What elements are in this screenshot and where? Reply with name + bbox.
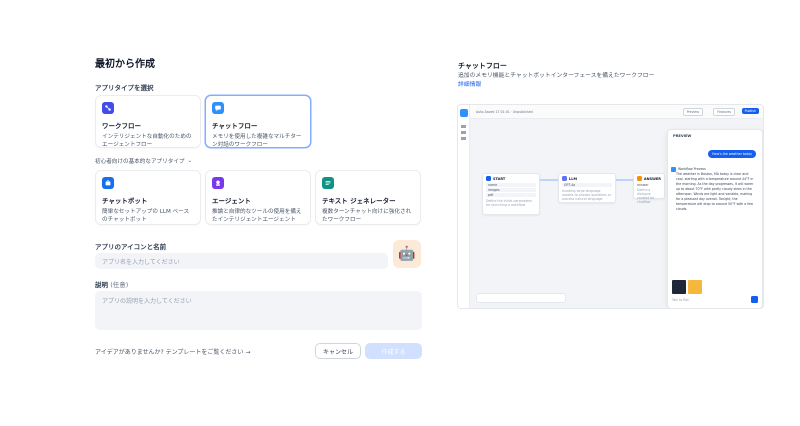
app-name-label: アプリのアイコンと名前: [95, 243, 167, 251]
robot-icon: 🤖: [398, 246, 416, 262]
description-label-text: 説明: [95, 281, 108, 289]
card-description: メモリを使用した複雑なマルチターン対話のワークフロー: [212, 134, 302, 148]
description-label: 説明 (任意): [95, 279, 128, 289]
send-icon: [751, 296, 758, 303]
user-message: How's the weather today: [708, 150, 756, 158]
page-title: 最初から作成: [95, 59, 155, 70]
preview-chat-panel: PREVIEW How's the weather today Workflow…: [667, 129, 763, 308]
app-type-card-agent[interactable]: エージェント 推論と自律的なツールの使用を備えたインテリジェントエージェント: [205, 170, 311, 225]
card-description: インテリジェントな自動化のためのエージェントフロー: [102, 134, 192, 148]
canvas-toolbar: [476, 293, 566, 303]
text-generator-icon: [322, 177, 334, 189]
card-title: テキスト ジェネレーター: [322, 197, 396, 205]
card-title: チャットフロー: [212, 122, 258, 130]
app-type-card-text-generator[interactable]: テキスト ジェネレーター 複数ターンチャット向けに強化されたワークフロー: [315, 170, 421, 225]
cancel-button[interactable]: キャンセル: [315, 343, 361, 359]
card-title: エージェント: [212, 197, 251, 205]
card-title: チャットボット: [102, 197, 148, 205]
app-type-card-chatbot[interactable]: チャットボット 簡単なセットアップの LLM ベースのチャットボット: [95, 170, 201, 225]
preview-title: チャットフロー: [458, 62, 507, 70]
app-type-card-chatflow[interactable]: チャットフロー メモリを使用した複雑なマルチターン対話のワークフロー: [205, 95, 311, 148]
chatflow-preview-image: Auto-Saved 17:01:01 · Unpublished Previe…: [457, 104, 764, 309]
create-button[interactable]: 作成する: [365, 343, 422, 359]
card-description: 推論と自律的なツールの使用を備えたインテリジェントエージェント: [212, 209, 302, 223]
preview-description: 追加のメモリ機能とチャットボットインターフェースを備えたワークフロー 詳細情報: [458, 72, 658, 89]
chevron-down-icon: ⌄: [187, 158, 193, 164]
basic-app-types-toggle[interactable]: 初心者向けの基本的なアプリタイプ ⌄: [95, 157, 192, 165]
chat-header: PREVIEW: [673, 134, 692, 138]
bot-name: Workflow Process: [678, 167, 706, 171]
toggle-label: 初心者向けの基本的なアプリタイプ: [95, 159, 185, 165]
chatflow-icon: [212, 102, 224, 114]
image-thumbnail: [688, 280, 702, 294]
workflow-icon: [102, 102, 114, 114]
app-type-label: アプリタイプを選択: [95, 84, 154, 92]
card-title: ワークフロー: [102, 122, 141, 130]
card-description: 複数ターンチャット向けに強化されたワークフロー: [322, 209, 412, 223]
browse-templates-link[interactable]: アイデアがありませんか? テンプレートをご覧ください →: [95, 347, 250, 356]
card-description: 簡単なセットアップの LLM ベースのチャットボット: [102, 209, 190, 223]
app-description-textarea[interactable]: アプリの説明を入力してください: [95, 291, 422, 330]
preview-description-text: 追加のメモリ機能とチャットボットインターフェースを備えたワークフロー: [458, 73, 655, 79]
agent-icon: [212, 177, 224, 189]
chatbot-icon: [102, 177, 114, 189]
chat-input: Talk to Bot: [672, 298, 689, 302]
learn-more-link[interactable]: 詳細情報: [458, 82, 481, 88]
optional-hint: (任意): [110, 281, 129, 289]
app-type-card-workflow[interactable]: ワークフロー インテリジェントな自動化のためのエージェントフロー: [95, 95, 201, 148]
app-icon-picker[interactable]: 🤖: [393, 240, 421, 268]
bot-message: The weather in Boston, MA today is clear…: [676, 172, 754, 211]
image-thumbnail: [672, 280, 686, 294]
app-name-input[interactable]: アプリ名を入力してください: [95, 253, 388, 269]
